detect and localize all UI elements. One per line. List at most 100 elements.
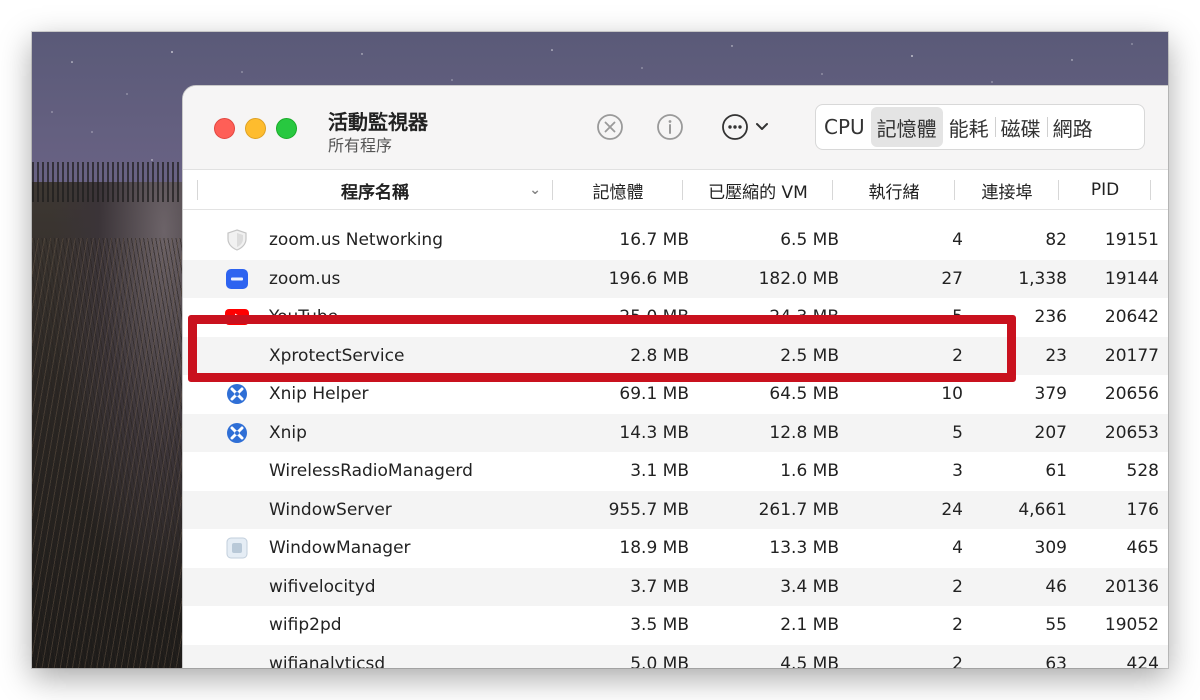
table-row[interactable]: WindowServer 955.7 MB 261.7 MB 24 4,661 176 <box>183 490 1168 529</box>
ellipsis-menu-icon <box>722 114 768 140</box>
column-header-memory[interactable]: 記憶體 <box>553 170 683 210</box>
process-name-cell: zoom.us Networking <box>269 230 443 250</box>
window-title: 活動監視器 <box>328 110 428 134</box>
compressed-vm-cell: 2.5 MB <box>780 345 839 366</box>
table-row[interactable]: wifip2pd 3.5 MB 2.1 MB 2 55 19052 <box>183 606 1168 645</box>
ports-cell: 61 <box>1045 461 1067 481</box>
memory-cell: 69.1 MB <box>619 384 689 404</box>
shield-icon <box>225 229 249 251</box>
pid-cell: 20656 <box>1104 384 1159 404</box>
youtube-icon <box>225 306 249 328</box>
compressed-vm-cell: 2.1 MB <box>780 615 839 635</box>
compressed-vm-cell: 182.0 MB <box>758 268 839 289</box>
window-controls <box>214 118 297 139</box>
memory-cell: 25.0 MB <box>619 307 689 327</box>
pid-cell: 465 <box>1126 538 1159 558</box>
column-header-compressed-vm[interactable]: 已壓縮的 VM <box>683 170 833 210</box>
tab-network[interactable]: 網路 <box>1046 107 1099 147</box>
process-name-cell: wifianalyticsd <box>269 653 386 669</box>
ports-cell: 4,661 <box>1018 499 1067 520</box>
process-name-cell: XprotectService <box>269 345 405 366</box>
stop-process-icon <box>597 114 623 140</box>
threads-cell: 4 <box>952 230 963 250</box>
table-row[interactable]: wifivelocityd 3.7 MB 3.4 MB 2 46 20136 <box>183 567 1168 606</box>
memory-cell: 196.6 MB <box>608 268 689 289</box>
threads-cell: 24 <box>941 499 963 520</box>
column-header-ports[interactable]: 連接埠 <box>955 170 1059 210</box>
ports-cell: 379 <box>1034 384 1067 404</box>
process-name-cell: WindowServer <box>269 499 392 520</box>
blank-icon <box>225 499 249 521</box>
table-row[interactable]: Xnip Helper 69.1 MB 64.5 MB 10 379 20656 <box>183 375 1168 414</box>
pid-cell: 19052 <box>1104 615 1159 635</box>
memory-cell: 955.7 MB <box>608 499 689 520</box>
sort-chevron-icon: ⌄ <box>529 182 541 198</box>
column-header-pid[interactable]: PID <box>1059 170 1151 210</box>
memory-cell: 3.1 MB <box>630 461 689 481</box>
memory-cell: 14.3 MB <box>619 422 689 443</box>
pid-cell: 424 <box>1126 653 1159 669</box>
ports-cell: 55 <box>1045 615 1067 635</box>
tab-energy[interactable]: 能耗 <box>943 107 995 147</box>
memory-cell: 3.5 MB <box>630 615 689 635</box>
blank-icon <box>225 614 249 636</box>
table-row[interactable]: WirelessRadioManagerd 3.1 MB 1.6 MB 3 61 528 <box>183 452 1168 491</box>
view-tabs: CPU 記憶體 能耗 磁碟 網路 <box>815 104 1145 150</box>
column-header-process-name[interactable]: 程序名稱 ⌄ <box>197 170 553 210</box>
stop-process-button[interactable] <box>595 112 625 142</box>
process-name-cell: WirelessRadioManagerd <box>269 461 473 481</box>
activity-monitor-window: 活動監視器 所有程序 CPU 記憶體 能耗 磁碟 網路 程序名稱 ⌄ 記憶體 已… <box>182 85 1168 668</box>
blank-icon <box>225 460 249 482</box>
tab-memory[interactable]: 記憶體 <box>870 107 943 147</box>
ports-cell: 82 <box>1045 230 1067 250</box>
pid-cell: 20136 <box>1104 576 1159 597</box>
blank-icon <box>225 345 249 367</box>
more-actions-button[interactable] <box>721 112 777 142</box>
zoom-window-button[interactable] <box>276 118 297 139</box>
ports-cell: 309 <box>1034 538 1067 558</box>
ports-cell: 63 <box>1045 653 1067 669</box>
pid-cell: 20653 <box>1104 422 1159 443</box>
pid-cell: 528 <box>1126 461 1159 481</box>
table-row[interactable]: XprotectService 2.8 MB 2.5 MB 2 23 20177 <box>183 336 1168 375</box>
compressed-vm-cell: 6.5 MB <box>780 230 839 250</box>
memory-cell: 2.8 MB <box>630 345 689 366</box>
compressed-vm-cell: 24.3 MB <box>769 307 839 327</box>
threads-cell: 2 <box>952 615 963 635</box>
window-manager-icon <box>225 537 249 559</box>
ports-cell: 1,338 <box>1018 268 1067 289</box>
table-header: 程序名稱 ⌄ 記憶體 已壓縮的 VM 執行緒 連接埠 PID <box>183 170 1168 210</box>
table-row[interactable]: Xnip 14.3 MB 12.8 MB 5 207 20653 <box>183 413 1168 452</box>
threads-cell: 27 <box>941 268 963 289</box>
info-icon <box>657 114 683 140</box>
blank-icon <box>225 576 249 598</box>
compressed-vm-cell: 13.3 MB <box>769 538 839 558</box>
process-name-cell: Xnip <box>269 422 307 443</box>
table-row[interactable]: zoom.us Networking 16.7 MB 6.5 MB 4 82 19151 <box>183 221 1168 260</box>
process-name-cell: WindowManager <box>269 538 411 558</box>
table-row[interactable]: zoom.us 196.6 MB 182.0 MB 27 1,338 19144 <box>183 259 1168 298</box>
process-name-cell: wifip2pd <box>269 615 342 635</box>
table-row[interactable]: YouTube 25.0 MB 24.3 MB 5 236 20642 <box>183 298 1168 337</box>
process-name-cell: Xnip Helper <box>269 384 369 404</box>
threads-cell: 2 <box>952 345 963 366</box>
compressed-vm-cell: 64.5 MB <box>769 384 839 404</box>
info-button[interactable] <box>655 112 685 142</box>
minimize-window-button[interactable] <box>245 118 266 139</box>
compressed-vm-cell: 1.6 MB <box>780 461 839 481</box>
tab-disk[interactable]: 磁碟 <box>994 107 1047 147</box>
close-window-button[interactable] <box>214 118 235 139</box>
table-row[interactable]: WindowManager 18.9 MB 13.3 MB 4 309 465 <box>183 529 1168 568</box>
process-name-cell: YouTube <box>269 307 339 327</box>
table-row[interactable]: wifianalyticsd 5.0 MB 4.5 MB 2 63 424 <box>183 644 1168 669</box>
compressed-vm-cell: 3.4 MB <box>780 576 839 597</box>
screenshot-frame: 活動監視器 所有程序 CPU 記憶體 能耗 磁碟 網路 程序名稱 ⌄ 記憶體 已… <box>32 32 1168 668</box>
threads-cell: 3 <box>952 461 963 481</box>
process-name-cell: zoom.us <box>269 268 341 289</box>
memory-cell: 5.0 MB <box>630 653 689 669</box>
threads-cell: 5 <box>952 422 963 443</box>
memory-cell: 3.7 MB <box>630 576 689 597</box>
column-header-threads[interactable]: 執行緒 <box>833 170 955 210</box>
blank-icon <box>225 653 249 669</box>
tab-cpu[interactable]: CPU <box>818 107 871 147</box>
